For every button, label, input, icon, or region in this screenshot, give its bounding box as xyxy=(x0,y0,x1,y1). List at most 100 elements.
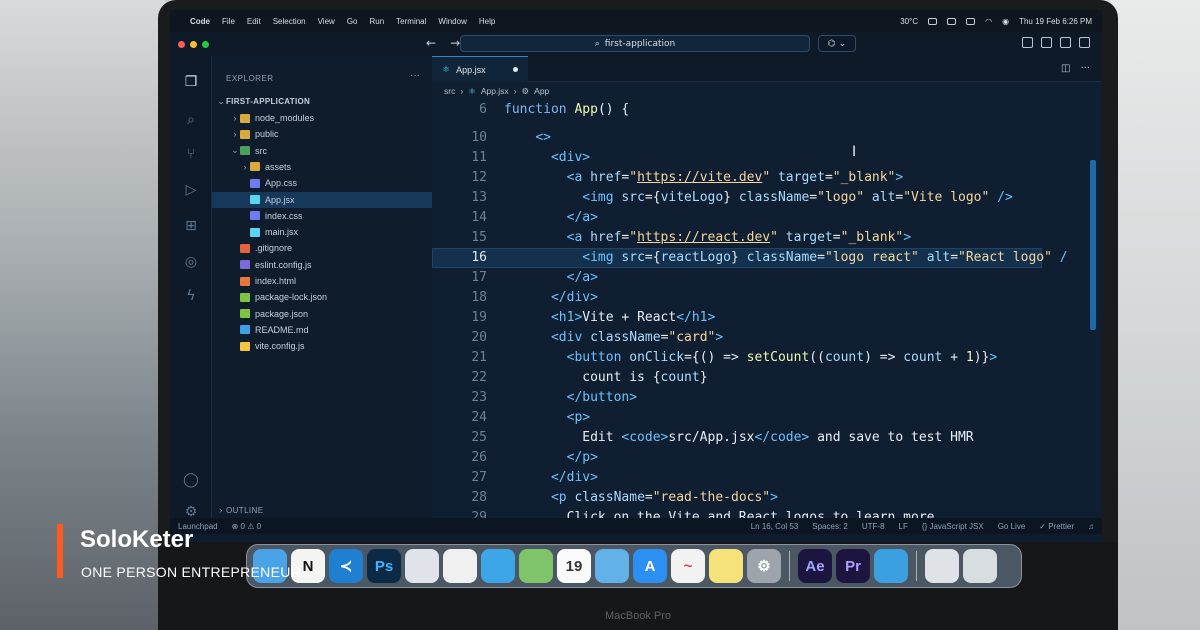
battery-icon[interactable] xyxy=(966,17,976,25)
tree-file[interactable]: index.html xyxy=(212,273,432,289)
accounts-icon[interactable]: ◯ xyxy=(182,472,200,490)
screen-record-icon[interactable] xyxy=(928,17,938,25)
dock-preview-icon[interactable] xyxy=(595,549,629,583)
code-line[interactable]: 17 </a> xyxy=(432,268,1102,288)
code-line[interactable]: 23 </button> xyxy=(432,388,1102,408)
zoom-window-button[interactable] xyxy=(202,40,209,48)
more-actions-icon[interactable]: ··· xyxy=(1080,63,1090,74)
dock-safari-icon[interactable] xyxy=(481,549,515,583)
explorer-icon[interactable]: ❐ xyxy=(182,74,200,92)
datetime[interactable]: Thu 19 Feb 6:26 PM xyxy=(1019,17,1092,26)
code-line[interactable]: 22 count is {count} xyxy=(432,368,1102,388)
code-line[interactable]: 14 </a> xyxy=(432,208,1102,228)
status-problems[interactable]: ⊗ 0 ⚠ 0 xyxy=(232,522,261,531)
dock-after-effects-icon[interactable]: Ae xyxy=(798,549,832,583)
menu-app-name[interactable]: Code xyxy=(190,17,210,26)
status-indentation[interactable]: Spaces: 2 xyxy=(812,522,848,531)
split-editor-icon[interactable]: ◫ xyxy=(1061,63,1070,74)
dock-trash-icon[interactable] xyxy=(963,549,997,583)
tree-file[interactable]: App.css xyxy=(212,175,432,191)
breadcrumb-symbol[interactable]: App xyxy=(534,86,549,96)
code-line[interactable]: 19 <h1>Vite + React</h1> xyxy=(432,308,1102,328)
code-line[interactable]: 29 Click on the Vite and React logos to … xyxy=(432,508,1102,518)
dock-premiere-icon[interactable]: Pr xyxy=(836,549,870,583)
tree-folder[interactable]: › public xyxy=(212,126,432,142)
code-editor[interactable]: 6 function App() { 10 <> 11 <div> 12 <a href… xyxy=(432,100,1102,518)
display-icon[interactable] xyxy=(947,17,957,25)
status-encoding[interactable]: UTF-8 xyxy=(862,522,885,531)
tree-file[interactable]: index.css xyxy=(212,208,432,224)
weather-status[interactable]: 30°C xyxy=(900,17,918,26)
code-line[interactable]: 12 <a href="https://vite.dev" target="_b… xyxy=(432,168,1102,188)
dock-freeform-icon[interactable]: ~ xyxy=(671,549,705,583)
menu-edit[interactable]: Edit xyxy=(247,17,261,26)
tree-file[interactable]: README.md xyxy=(212,322,432,338)
command-center-search[interactable]: ⌕ first-application xyxy=(460,35,810,52)
back-arrow-icon[interactable]: ← xyxy=(426,36,436,50)
source-control-icon[interactable]: ⑂ xyxy=(182,146,200,164)
tree-file[interactable]: package.json xyxy=(212,306,432,322)
unsaved-dot-icon[interactable] xyxy=(513,67,518,72)
status-eol[interactable]: LF xyxy=(899,522,908,531)
lightning-icon[interactable]: ϟ xyxy=(182,288,200,306)
tab-app-jsx[interactable]: ⚛ App.jsx xyxy=(432,56,528,82)
dock-vscode-icon[interactable]: ≺ xyxy=(329,549,363,583)
outline-section[interactable]: › OUTLINE xyxy=(212,502,432,518)
run-debug-icon[interactable]: ▷ xyxy=(182,182,200,200)
code-line[interactable]: 24 <p> xyxy=(432,408,1102,428)
code-line[interactable]: 11 <div> xyxy=(432,148,1102,168)
dock-photoshop-icon[interactable]: Ps xyxy=(367,549,401,583)
toggle-secondary-sidebar-icon[interactable] xyxy=(1079,37,1090,48)
menu-terminal[interactable]: Terminal xyxy=(396,17,426,26)
dock-settings-icon[interactable]: ⚙ xyxy=(747,549,781,583)
code-line[interactable]: 26 </p> xyxy=(432,448,1102,468)
code-line[interactable]: 27 </div> xyxy=(432,468,1102,488)
menu-file[interactable]: File xyxy=(222,17,235,26)
code-line[interactable]: 21 <button onClick={() => setCount((coun… xyxy=(432,348,1102,368)
tree-folder[interactable]: ⌄ src xyxy=(212,143,432,159)
code-line[interactable]: 15 <a href="https://react.dev" target="_… xyxy=(432,228,1102,248)
close-window-button[interactable] xyxy=(178,40,185,48)
code-line[interactable]: 20 <div className="card"> xyxy=(432,328,1102,348)
tree-file[interactable]: vite.config.js xyxy=(212,338,432,354)
menu-go[interactable]: Go xyxy=(347,17,358,26)
dock-quicktime-icon[interactable] xyxy=(874,549,908,583)
project-root[interactable]: ⌄ FIRST-APPLICATION xyxy=(212,93,432,109)
tree-file[interactable]: App.jsx xyxy=(212,191,432,208)
menu-help[interactable]: Help xyxy=(479,17,495,26)
dock-launchpad-icon[interactable] xyxy=(405,549,439,583)
status-language[interactable]: {} JavaScript JSX xyxy=(922,522,984,531)
status-cursor-position[interactable]: Ln 16, Col 53 xyxy=(751,522,799,531)
tree-folder[interactable]: › node_modules xyxy=(212,110,432,126)
tree-file[interactable]: main.jsx xyxy=(212,224,432,240)
dock-downloads-icon[interactable] xyxy=(925,549,959,583)
dock-chrome-icon[interactable] xyxy=(443,549,477,583)
forward-arrow-icon[interactable]: → xyxy=(450,36,460,50)
menu-selection[interactable]: Selection xyxy=(273,17,306,26)
dock-calendar-icon[interactable]: 19 xyxy=(557,549,591,583)
tree-file[interactable]: eslint.config.js xyxy=(212,257,432,273)
control-center-icon[interactable]: ◉ xyxy=(1002,17,1009,26)
dock-notes-icon[interactable] xyxy=(709,549,743,583)
minimize-window-button[interactable] xyxy=(190,40,197,48)
status-go-live[interactable]: Go Live xyxy=(998,522,1026,531)
customize-layout-icon[interactable] xyxy=(1022,37,1033,48)
notifications-bell-icon[interactable]: ♫ xyxy=(1088,522,1094,531)
remote-explorer-icon[interactable]: ◎ xyxy=(182,254,200,272)
breadcrumb-file[interactable]: App.jsx xyxy=(481,86,509,96)
breadcrumb-src[interactable]: src xyxy=(444,86,455,96)
tree-folder[interactable]: › assets xyxy=(212,159,432,175)
search-icon[interactable]: ⌕ xyxy=(182,112,200,130)
code-line[interactable]: 10 <> xyxy=(432,128,1102,148)
code-line[interactable]: 28 <p className="read-the-docs"> xyxy=(432,488,1102,508)
tree-file[interactable]: package-lock.json xyxy=(212,289,432,305)
menu-window[interactable]: Window xyxy=(438,17,466,26)
dock-maps-icon[interactable] xyxy=(519,549,553,583)
status-prettier[interactable]: ✓ Prettier xyxy=(1039,522,1074,531)
menu-view[interactable]: View xyxy=(318,17,335,26)
dock-app-store-icon[interactable]: A xyxy=(633,549,667,583)
menu-run[interactable]: Run xyxy=(369,17,384,26)
more-actions-icon[interactable]: ··· xyxy=(410,70,420,81)
code-line[interactable]: 6 function App() { xyxy=(432,100,1102,120)
tree-file[interactable]: .gitignore xyxy=(212,240,432,256)
